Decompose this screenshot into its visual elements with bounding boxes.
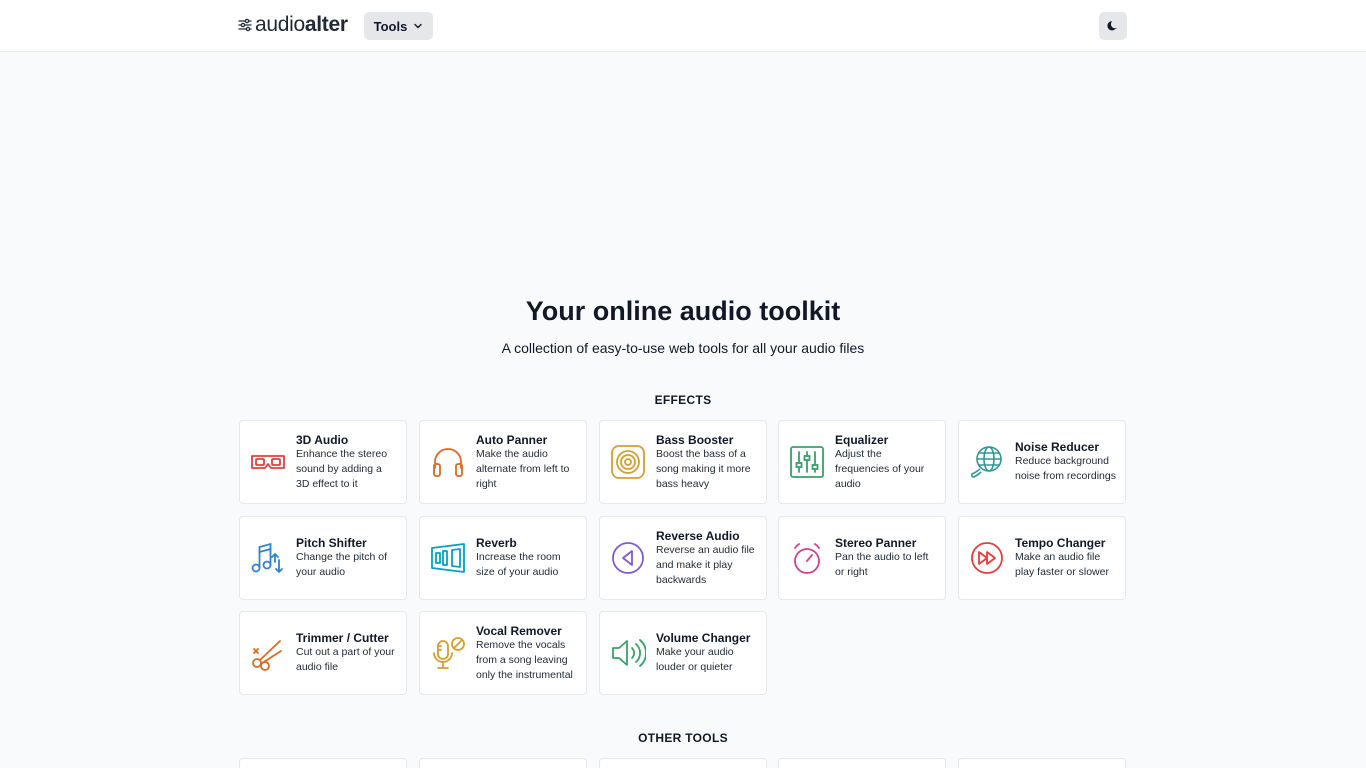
- globe-icon: [970, 446, 1002, 478]
- tool-title: Tempo Changer: [1015, 536, 1106, 550]
- reverse-icon: [612, 542, 644, 574]
- tool-card-volume-changer[interactable]: Volume Changer Make your audio louder or…: [599, 611, 767, 695]
- tool-card-trimmer-cutter[interactable]: Trimmer / Cutter Cut out a part of your …: [239, 611, 407, 695]
- other-tool-card[interactable]: [419, 758, 587, 768]
- scissors-icon: [252, 640, 282, 671]
- tool-card-vocal-remover[interactable]: Vocal Remover Remove the vocals from a s…: [419, 611, 587, 695]
- tool-title: Trimmer / Cutter: [296, 631, 389, 645]
- pan-knob-icon: [794, 543, 820, 574]
- tool-description: Boost the bass of a song making it more …: [656, 447, 751, 490]
- tool-title: Bass Booster: [656, 432, 734, 447]
- tool-card-reverb[interactable]: Reverb Increase the room size of your au…: [419, 516, 587, 600]
- tool-description: Make the audio alternate from left to ri…: [476, 447, 570, 490]
- tool-description: Cut out a part of your audio file: [296, 646, 395, 673]
- volume-icon: [612, 639, 646, 667]
- tool-description: Increase the room size of your audio: [476, 551, 561, 578]
- tool-description: Adjust the frequencies of your audio: [835, 447, 925, 490]
- theme-toggle-button[interactable]: [1099, 12, 1127, 40]
- tool-card-auto-panner[interactable]: Auto Panner Make the audio alternate fro…: [419, 420, 587, 504]
- sliders-icon: [238, 18, 252, 32]
- tool-description: Enhance the stereo sound by adding a 3D …: [296, 447, 388, 490]
- tool-card-noise-reducer[interactable]: Noise Reducer Reduce background noise fr…: [958, 420, 1126, 504]
- top-header: audioalter Tools: [0, 0, 1366, 52]
- tool-title: 3D Audio: [296, 432, 349, 447]
- logo-text: audioalter: [255, 13, 348, 36]
- tool-title: Pitch Shifter: [296, 536, 367, 550]
- 3d-glasses-icon: [251, 455, 285, 469]
- tool-card-equalizer[interactable]: Equalizer Adjust the frequencies of your…: [778, 420, 946, 504]
- room-icon: [431, 543, 465, 573]
- tool-card-tempo-changer[interactable]: Tempo Changer Make an audio file play fa…: [958, 516, 1126, 600]
- other-tool-card[interactable]: [599, 758, 767, 768]
- microphone-off-icon: [433, 637, 465, 669]
- tool-description: Make an audio file play faster or slower: [1015, 551, 1109, 578]
- logo[interactable]: audioalter: [238, 13, 348, 37]
- effects-heading: EFFECTS: [654, 393, 712, 407]
- tool-description: Reverse an audio file and make it play b…: [656, 543, 755, 586]
- tool-title: Reverse Audio: [656, 528, 740, 543]
- tools-menu-label: Tools: [373, 18, 408, 34]
- music-note-icon: [251, 542, 283, 574]
- tool-card-stereo-panner[interactable]: Stereo Panner Pan the audio to left or r…: [778, 516, 946, 600]
- other-tool-card[interactable]: [778, 758, 946, 768]
- tool-title: Vocal Remover: [476, 623, 562, 638]
- tool-description: Remove the vocals from a song leaving on…: [476, 638, 573, 681]
- moon-icon: [1107, 21, 1118, 31]
- tool-title: Noise Reducer: [1015, 440, 1100, 454]
- tool-title: Auto Panner: [476, 432, 548, 447]
- tool-description: Pan the audio to left or right: [835, 551, 929, 578]
- other-tool-card[interactable]: [239, 758, 407, 768]
- page-title: Your online audio toolkit: [525, 296, 841, 326]
- tool-title: Reverb: [476, 536, 517, 550]
- tool-description: Reduce background noise from recordings: [1015, 455, 1116, 482]
- tool-card-reverse-audio[interactable]: Reverse Audio Reverse an audio file and …: [599, 516, 767, 600]
- tool-description: Make your audio louder or quieter: [656, 646, 734, 673]
- tool-description: Change the pitch of your audio: [296, 551, 388, 578]
- headphones-icon: [433, 448, 463, 477]
- other-tools-heading: OTHER TOOLS: [638, 731, 728, 745]
- tool-card-3d-audio[interactable]: 3D Audio Enhance the stereo sound by add…: [239, 420, 407, 504]
- fast-forward-icon: [971, 542, 1003, 574]
- tool-title: Volume Changer: [656, 631, 751, 645]
- tool-title: Equalizer: [835, 432, 889, 447]
- speaker-icon: [611, 445, 645, 479]
- other-tool-card[interactable]: [958, 758, 1126, 768]
- tool-card-bass-booster[interactable]: Bass Booster Boost the bass of a song ma…: [599, 420, 767, 504]
- tool-title: Stereo Panner: [835, 536, 917, 550]
- tools-menu-button[interactable]: Tools: [364, 12, 433, 40]
- chevron-down-icon: [414, 23, 423, 29]
- equalizer-icon: [790, 446, 824, 478]
- tool-card-pitch-shifter[interactable]: Pitch Shifter Change the pitch of your a…: [239, 516, 407, 600]
- page-subtitle: A collection of easy-to-use web tools fo…: [501, 340, 865, 356]
